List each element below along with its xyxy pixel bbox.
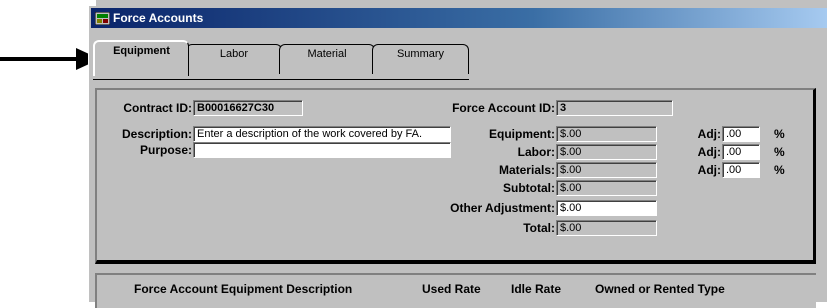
column-header-used-rate[interactable]: Used Rate	[422, 282, 481, 296]
app-icon	[94, 11, 111, 25]
adj-materials-percent: %	[774, 163, 785, 177]
force-account-id-label: Force Account ID:	[452, 101, 555, 115]
tab-labor[interactable]: Labor	[186, 44, 282, 74]
column-header-description[interactable]: Force Account Equipment Description	[134, 282, 352, 296]
materials-cost-label: Materials:	[498, 163, 555, 177]
adj-labor-label: Adj:	[697, 145, 721, 159]
adj-equipment-percent: %	[774, 127, 785, 141]
tab-equipment[interactable]: Equipment	[93, 40, 189, 76]
subtotal-label: Subtotal:	[503, 181, 555, 195]
adj-labor-percent: %	[774, 145, 785, 159]
force-accounts-window: Force Accounts Equipment Labor Material …	[88, 6, 827, 308]
contract-id-label: Contract ID:	[123, 101, 192, 115]
title-bar[interactable]: Force Accounts	[91, 8, 827, 28]
labor-cost-label: Labor:	[517, 145, 555, 159]
tab-strip: Equipment Labor Material Summary	[93, 37, 473, 79]
equipment-cost-label: Equipment:	[489, 127, 555, 141]
total-field: $.00	[556, 220, 657, 236]
adj-materials-input[interactable]: .00	[722, 162, 760, 178]
force-account-id-field: 3	[556, 100, 673, 116]
description-label: Description:	[121, 127, 192, 141]
labor-cost-field: $.00	[556, 144, 657, 160]
other-adjustment-label: Other Adjustment:	[450, 201, 555, 215]
adj-materials-label: Adj:	[697, 163, 721, 177]
contract-id-field: B00016627C30	[193, 100, 303, 116]
window-title: Force Accounts	[113, 11, 204, 25]
column-header-idle-rate[interactable]: Idle Rate	[511, 282, 561, 296]
equipment-panel: Contract ID: B00016627C30 Force Account …	[95, 88, 816, 264]
adj-equipment-input[interactable]: .00	[722, 126, 760, 142]
purpose-label: Purpose:	[139, 143, 192, 157]
equipment-cost-field: $.00	[556, 126, 657, 142]
tab-material[interactable]: Material	[279, 44, 375, 74]
column-header-owned-rented-type[interactable]: Owned or Rented Type	[595, 282, 725, 296]
pointer-arrow-icon	[0, 48, 100, 70]
adj-equipment-label: Adj:	[697, 127, 721, 141]
subtotal-field: $.00	[556, 180, 657, 196]
tab-summary[interactable]: Summary	[372, 44, 469, 74]
tab-underline	[93, 79, 469, 80]
other-adjustment-input[interactable]: $.00	[556, 200, 657, 216]
total-label: Total:	[523, 221, 555, 235]
equipment-table-header: Force Account Equipment Description Used…	[95, 273, 816, 308]
materials-cost-field: $.00	[556, 162, 657, 178]
adj-labor-input[interactable]: .00	[722, 144, 760, 160]
